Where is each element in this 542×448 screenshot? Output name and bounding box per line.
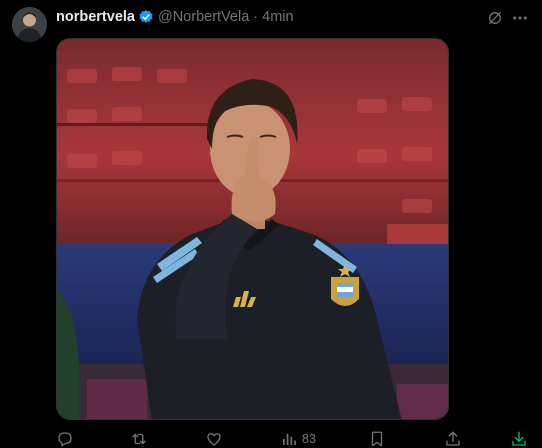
media-image[interactable] xyxy=(56,38,449,420)
reply-icon xyxy=(56,430,74,448)
download-button[interactable] xyxy=(510,430,528,448)
repost-button[interactable] xyxy=(130,430,148,448)
avatar[interactable] xyxy=(12,7,47,42)
separator-dot: · xyxy=(253,9,259,25)
bookmark-icon xyxy=(368,430,386,448)
download-icon xyxy=(510,430,528,448)
share-icon xyxy=(444,430,462,448)
verified-badge-icon xyxy=(138,9,154,25)
post-header: norbertvela @NorbertVela · 4min xyxy=(56,7,294,27)
views-button[interactable]: 83 xyxy=(280,430,316,448)
bookmark-button[interactable] xyxy=(368,430,386,448)
views-icon xyxy=(280,430,298,448)
repost-icon xyxy=(130,430,148,448)
action-bar: 83 xyxy=(0,428,542,448)
like-button[interactable] xyxy=(205,430,223,448)
handle[interactable]: @NorbertVela xyxy=(158,9,249,25)
display-name[interactable]: norbertvela xyxy=(56,9,135,25)
share-button[interactable] xyxy=(444,430,462,448)
like-icon xyxy=(205,430,223,448)
reply-button[interactable] xyxy=(56,430,74,448)
more-icon[interactable] xyxy=(509,8,531,28)
grok-icon[interactable] xyxy=(485,8,505,28)
photo xyxy=(57,39,448,419)
views-count: 83 xyxy=(302,432,316,446)
post-time[interactable]: 4min xyxy=(262,9,293,25)
post: norbertvela @NorbertVela · 4min 83 xyxy=(0,0,542,448)
